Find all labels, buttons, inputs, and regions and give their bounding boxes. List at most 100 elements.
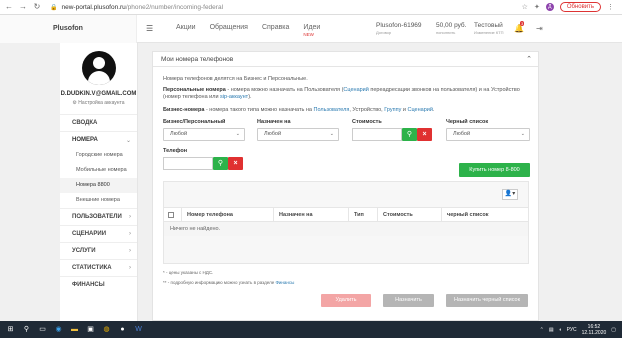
sidebar-sub-mobile-numbers[interactable]: Мобильные номера [60,163,137,178]
sidebar-sub-external-numbers[interactable]: Внешние номера [60,193,137,208]
sidebar-item-scenarios[interactable]: СЦЕНАРИИ › [60,225,137,242]
volume-icon[interactable]: ◖ [559,327,562,333]
blacklist-filter-select[interactable]: Любой ⌄ [446,128,530,141]
tariff[interactable]: Тестовый Изменение КТП [474,22,504,36]
balance[interactable]: 50,00 руб. пополнить [436,22,466,36]
user-icon: 👤▾ [504,191,516,197]
group-link[interactable]: Группу [384,107,401,113]
select-all-checkbox[interactable] [168,211,174,218]
phone-filter-label: Телефон [163,148,188,154]
explorer-icon[interactable]: ▬ [69,324,80,335]
language-indicator[interactable]: РУС [567,327,577,333]
brand-logo[interactable]: Plusofon [0,15,137,43]
delete-button[interactable]: Удалить [321,294,371,307]
empty-table-row: Ничего не найдено. [164,222,528,236]
col-type[interactable]: Тип [349,207,378,222]
chevron-up-icon[interactable]: ⌃ [526,52,532,67]
col-cost[interactable]: Стоимость [378,207,442,222]
cost-filter-input[interactable] [352,128,402,141]
edge-icon[interactable]: ◉ [53,324,64,335]
chevron-right-icon: › [129,248,131,254]
sip-account-link[interactable]: sip-аккаунт [220,94,248,100]
phone-filter-input[interactable] [163,157,213,170]
numbers-table: 👤▾ Номер телефона Назначен на Тип Стоимо… [163,181,529,264]
word-icon[interactable]: W [133,324,144,335]
sidebar-sub-8800-numbers[interactable]: Номера 8800 [60,178,137,193]
assign-button[interactable]: Назначить [383,294,434,307]
assigned-filter-select[interactable]: Любой ⌄ [257,128,339,141]
cost-clear-button[interactable]: × [417,128,432,141]
chrome-icon[interactable]: ◍ [101,324,112,335]
select-all-checkbox-cell [164,207,182,222]
browser-profile-avatar[interactable]: Д [545,3,554,11]
chevron-right-icon: › [129,231,131,237]
logout-icon[interactable]: ⇥ [536,24,543,33]
browser-update-button[interactable]: Обновить [559,2,601,12]
chevron-down-icon: ⌄ [125,137,131,144]
scenario-link-2[interactable]: Сценарий [408,107,433,113]
tray-arrow-icon[interactable]: ⌃ [540,327,544,333]
browser-toolbar: ← → ↻ 🔒 new-portal.plusofon.ru/phone2/nu… [0,0,622,15]
sidebar: D.DUDKIN.V@GMAIL.COM ⚙ Настройка аккаунт… [60,43,138,321]
notifications-icon[interactable]: ▢ [611,327,616,333]
sidebar-item-summary[interactable]: СВОДКА [60,114,137,131]
finance-note: ** - подробную информацию можно узнать в… [163,280,295,285]
avatar[interactable] [81,51,116,85]
scenario-link[interactable]: Сценарий [343,87,368,93]
nav-help[interactable]: Справка [262,24,289,37]
col-assigned[interactable]: Назначен на [274,207,349,222]
sidebar-item-statistics[interactable]: СТАТИСТИКА › [60,259,137,276]
cost-search-button[interactable]: ⚲ [402,128,417,141]
buy-8800-number-button[interactable]: Купить номер 8-800 [459,163,530,177]
windows-start-icon[interactable]: ⊞ [5,324,16,335]
sidebar-item-numbers[interactable]: НОМЕРА ⌄ [60,131,137,148]
search-icon[interactable]: ⚲ [21,324,32,335]
blacklist-filter-label: Черный список [446,119,489,125]
hamburger-menu-icon[interactable]: ☰ [146,24,153,33]
column-settings-button[interactable]: 👤▾ [502,189,518,200]
sidebar-item-users[interactable]: ПОЛЬЗОВАТЕЛИ › [60,208,137,225]
cost-filter-label: Стоимость [352,119,382,125]
search-icon: ⚲ [406,131,413,138]
phone-search-button[interactable]: ⚲ [213,157,228,170]
sidebar-sub-city-numbers[interactable]: Городские номера [60,148,137,163]
star-icon[interactable]: ☆ [522,3,528,11]
lock-icon[interactable]: 🔒 [50,4,57,11]
chevron-down-icon: ⌄ [520,131,525,137]
system-clock[interactable]: 16:52 12.11.2020 [582,324,607,336]
type-filter-select[interactable]: Любой ⌄ [163,128,245,141]
app-header: Plusofon ☰ Акции Обращения Справка Идеи N… [0,15,622,43]
type-filter-label: Бизнес/Персональный [163,119,226,125]
info-text-2: Персональные номера - номера можно назна… [163,87,520,100]
extension-icon[interactable]: ✦ [534,3,540,11]
browser-menu-icon[interactable]: ⋮ [607,3,614,11]
info-text-1: Номера телефонов делятся на Бизнес и Пер… [163,76,308,82]
search-icon: ⚲ [217,160,224,167]
nav-requests[interactable]: Обращения [210,24,248,37]
assigned-filter-label: Назначен на [257,119,291,125]
vat-note: * - цены указаны с НДС. [163,270,214,275]
address-bar[interactable]: new-portal.plusofon.ru/phone2/number/inc… [61,4,223,11]
account-id[interactable]: Plusofon-61969 Договор [376,22,422,36]
task-view-icon[interactable]: ▭ [37,324,48,335]
assign-blacklist-button[interactable]: Назначить черный список [446,294,528,307]
user-link[interactable]: Пользователя [314,107,350,113]
col-phone-number[interactable]: Номер телефона [182,207,274,222]
nav-promotions[interactable]: Акции [176,24,196,37]
sidebar-item-finance[interactable]: ФИНАНСЫ [60,276,137,293]
forward-icon[interactable]: → [18,2,28,12]
windows-taskbar: ⊞ ⚲ ▭ ◉ ▬ ▣ ◍ ● W ⌃ ▤ ◖ РУС 16:52 12.11.2… [0,321,622,338]
phone-clear-button[interactable]: × [228,157,243,170]
nav-ideas[interactable]: Идеи NEW [303,24,320,37]
store-icon[interactable]: ▣ [85,324,96,335]
network-icon[interactable]: ▤ [549,327,554,333]
col-blacklist[interactable]: черный список [442,208,528,222]
close-icon: × [233,160,238,167]
finance-link[interactable]: Финансы [276,280,295,285]
reload-icon[interactable]: ↻ [32,2,42,12]
messenger-icon[interactable]: ● [117,324,128,335]
back-icon[interactable]: ← [4,2,14,12]
sidebar-item-services[interactable]: УСЛУГИ › [60,242,137,259]
left-gutter [0,43,60,321]
user-email: D.DUDKIN.V@GMAIL.COM [60,91,137,97]
